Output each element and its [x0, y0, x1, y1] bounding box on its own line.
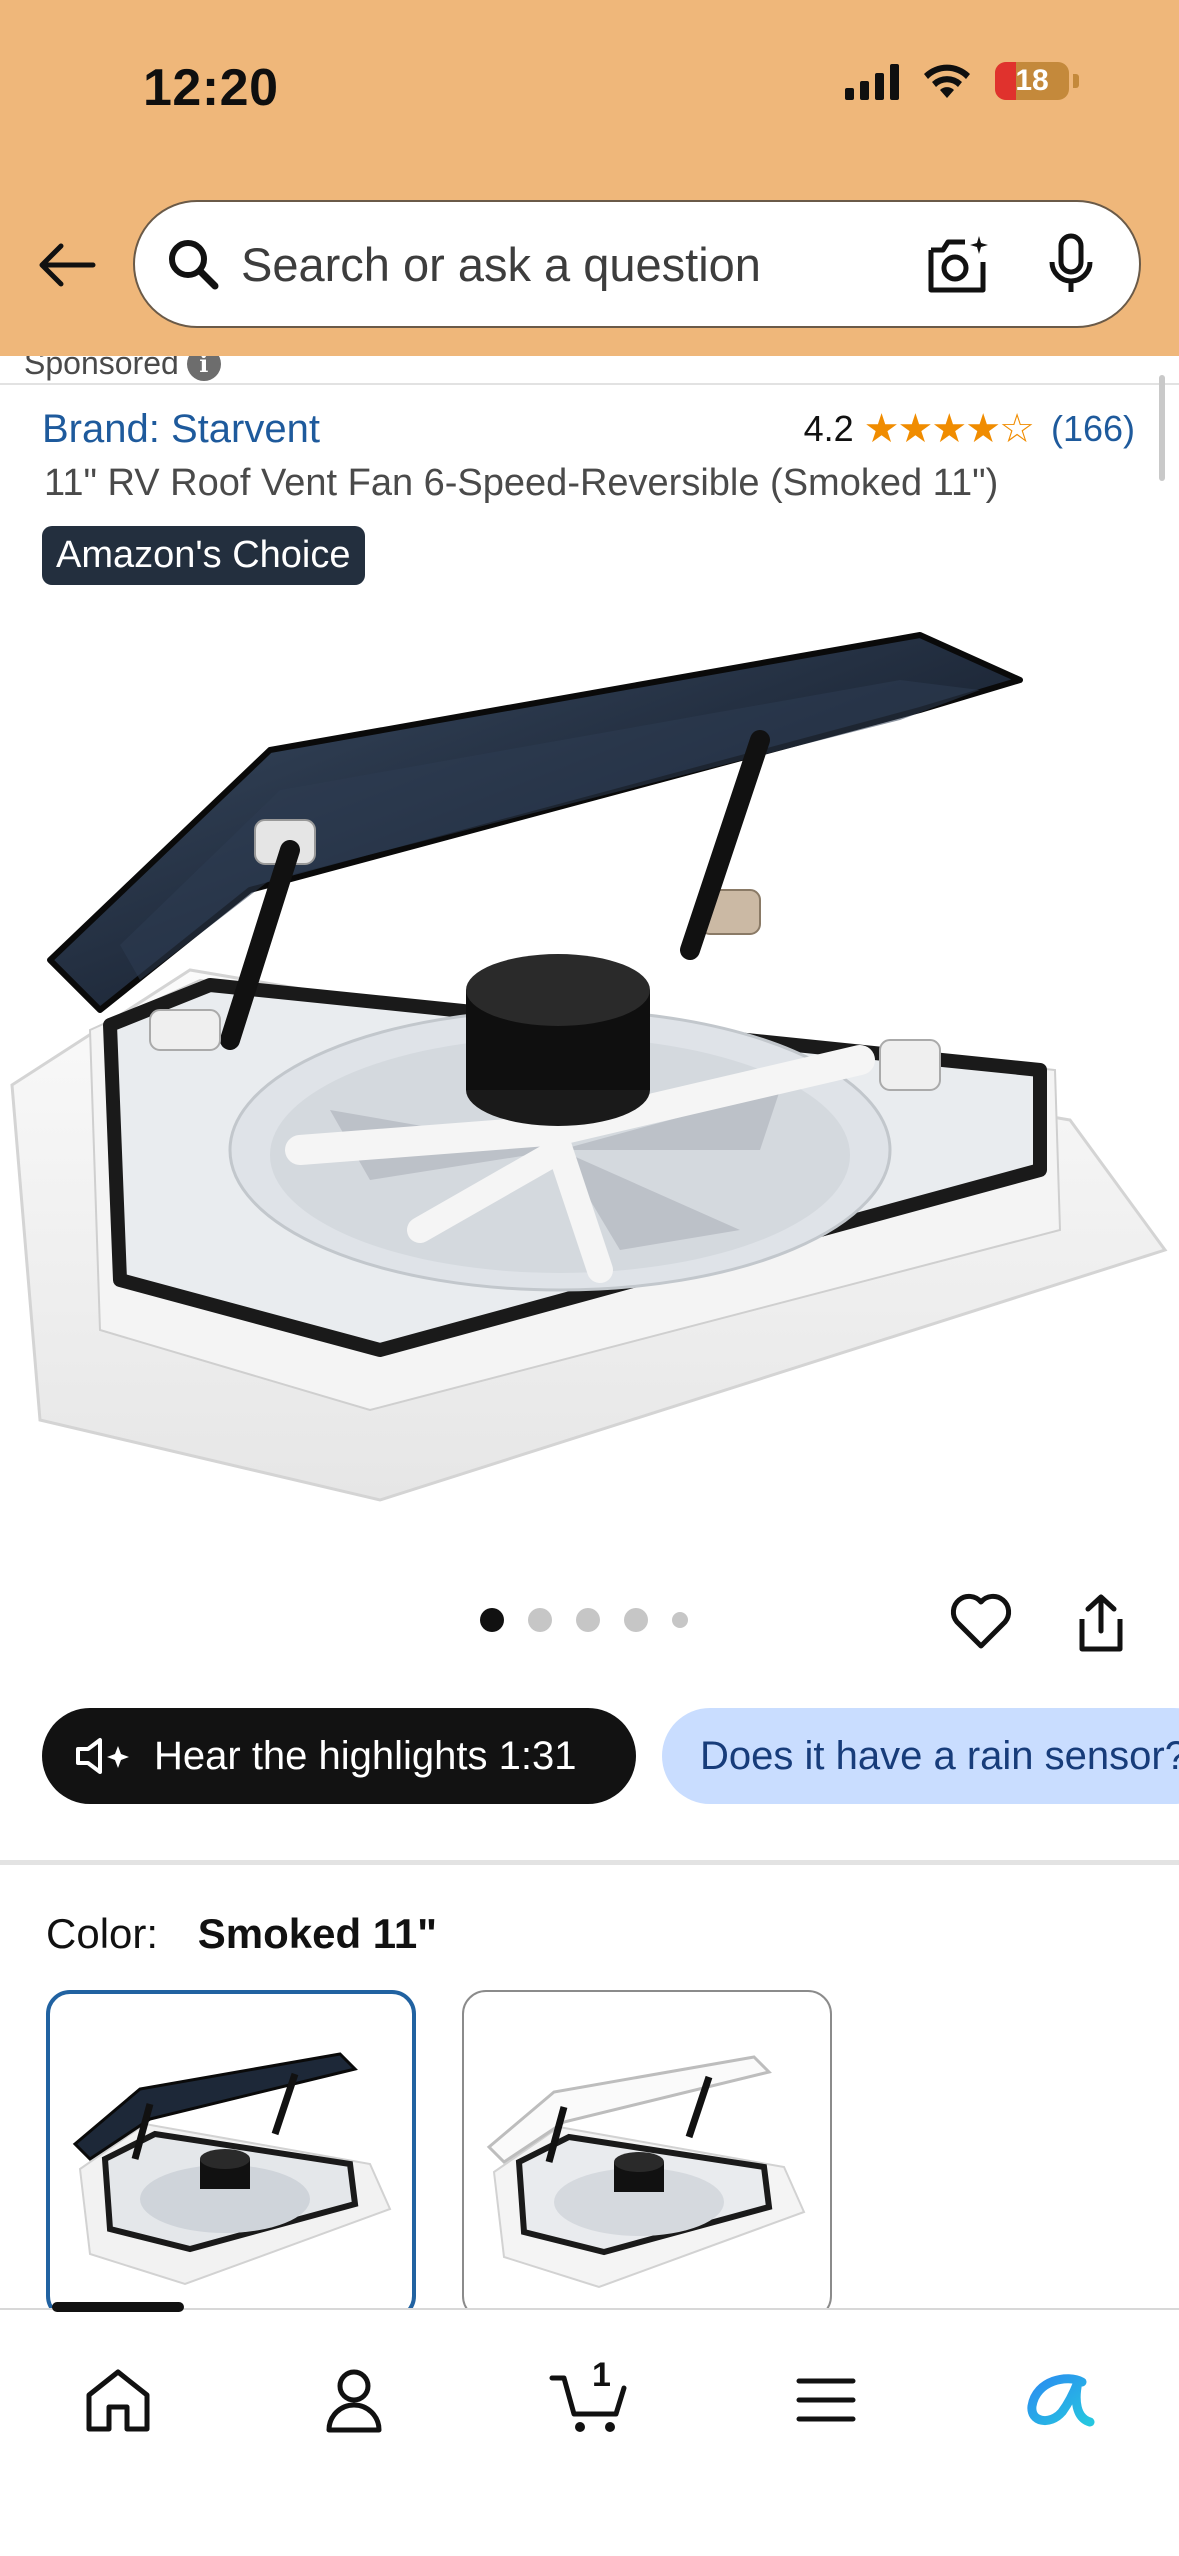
color-value: Smoked 11" — [197, 1910, 438, 1957]
cart-icon — [549, 2375, 627, 2432]
product-page: 12:20 18 Search or ask a question Sponso… — [0, 0, 1179, 2556]
nav-home[interactable] — [70, 2352, 166, 2448]
smoked-vent-thumbnail — [72, 2052, 392, 2286]
speaker-sparkle-icon — [74, 1736, 136, 1776]
suggested-question-chip[interactable]: Does it have a rain sensor? — [662, 1708, 1179, 1804]
hear-highlights-label: Hear the highlights 1:31 — [154, 1733, 577, 1778]
carousel-dot[interactable] — [576, 1608, 600, 1632]
section-divider — [0, 1860, 1179, 1865]
brand-link[interactable]: Brand: Starvent — [42, 407, 320, 452]
wifi-icon — [924, 64, 970, 98]
back-button[interactable] — [32, 230, 102, 300]
rating-value: 4.2 — [803, 408, 854, 449]
header: 12:20 18 Search or ask a question — [0, 0, 1179, 356]
status-time: 12:20 — [143, 59, 279, 117]
nav-rufus[interactable] — [1014, 2352, 1110, 2448]
heart-icon — [950, 1593, 1012, 1649]
bottom-nav: 1 — [0, 2302, 1179, 2556]
product-title: 11" RV Roof Vent Fan 6-Speed-Reversible … — [44, 462, 999, 504]
amazons-choice-badge: Amazon's Choice — [42, 526, 365, 585]
cart-count-badge: 1 — [592, 2356, 611, 2394]
nav-account[interactable] — [306, 2352, 402, 2448]
camera-search-icon[interactable] — [923, 229, 993, 299]
color-swatch-white[interactable] — [462, 1990, 832, 2320]
roof-vent-image — [10, 632, 1168, 1502]
signal-icon — [845, 62, 899, 100]
carousel-dot[interactable] — [480, 1608, 504, 1632]
person-icon — [326, 2369, 382, 2433]
color-label: Color: — [46, 1910, 159, 1957]
home-icon — [86, 2369, 150, 2432]
hear-highlights-button[interactable]: Hear the highlights 1:31 — [42, 1708, 636, 1804]
share-icon — [1079, 1594, 1123, 1652]
carousel-dot[interactable] — [672, 1612, 688, 1628]
rufus-assistant-icon — [1027, 2374, 1095, 2427]
search-input[interactable]: Search or ask a question — [241, 237, 923, 292]
battery-icon: 18 — [995, 62, 1069, 100]
product-image[interactable] — [0, 590, 1179, 1530]
scroll-indicator — [1159, 375, 1165, 481]
carousel-dot[interactable] — [528, 1608, 552, 1632]
share-button[interactable] — [1066, 1588, 1136, 1658]
star-rating-icon: ★★★★☆ — [863, 407, 1035, 451]
color-swatch-smoked[interactable] — [46, 1990, 416, 2320]
image-carousel-dots[interactable] — [480, 1608, 688, 1632]
search-bar[interactable]: Search or ask a question — [133, 200, 1141, 328]
status-icons: 18 — [845, 62, 1079, 100]
divider — [0, 383, 1179, 385]
rating-count[interactable]: (166) — [1051, 408, 1135, 450]
search-icon — [163, 234, 223, 294]
active-tab-indicator — [52, 2302, 184, 2312]
carousel-dot[interactable] — [624, 1608, 648, 1632]
microphone-icon[interactable] — [1041, 229, 1101, 299]
wishlist-button[interactable] — [946, 1586, 1016, 1656]
color-selection-label: Color: Smoked 11" — [46, 1910, 437, 1958]
back-arrow-icon — [39, 243, 96, 287]
rating-summary[interactable]: 4.2 ★★★★☆ (166) — [804, 406, 1135, 452]
white-vent-thumbnail — [486, 2055, 806, 2289]
battery-level: 18 — [1015, 64, 1049, 97]
nav-menu[interactable] — [778, 2352, 874, 2448]
nav-cart[interactable]: 1 — [542, 2352, 638, 2448]
hamburger-menu-icon — [796, 2378, 856, 2422]
